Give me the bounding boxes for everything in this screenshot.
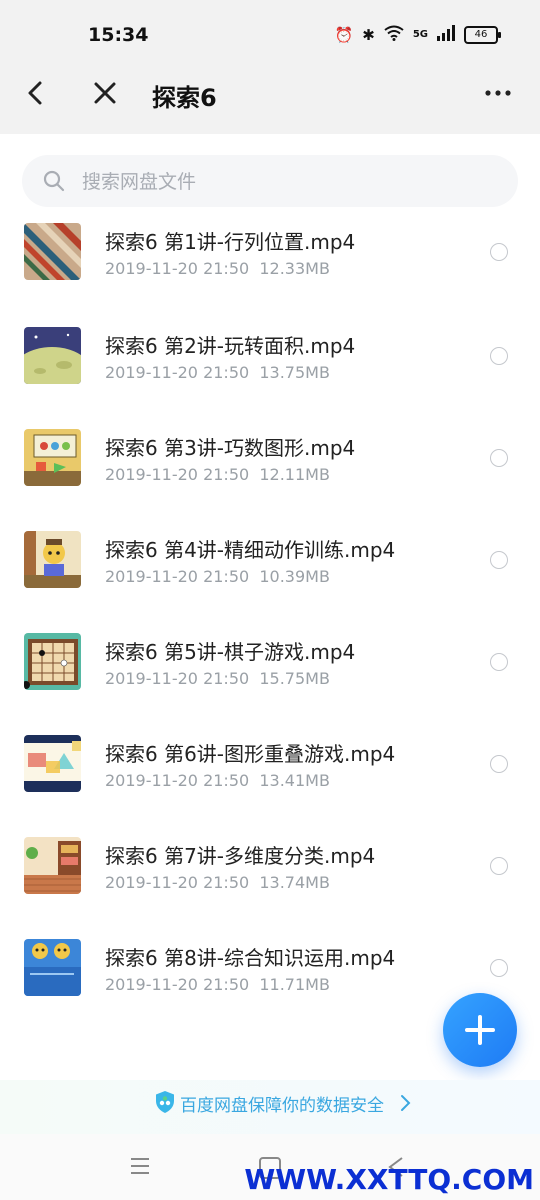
file-size: 13.41MB — [259, 771, 330, 790]
file-row[interactable]: 探索6 第2讲-玩转面积.mp4 2019-11-20 21:50 13.75M… — [0, 316, 540, 418]
file-row[interactable]: 探索6 第3讲-巧数图形.mp4 2019-11-20 21:50 12.11M… — [0, 418, 540, 520]
file-size: 12.33MB — [259, 259, 330, 278]
wifi-icon — [384, 25, 404, 45]
select-radio[interactable] — [490, 551, 508, 569]
page-title: 探索6 — [152, 84, 217, 112]
file-name: 探索6 第4讲-精细动作训练.mp4 — [105, 538, 396, 562]
add-button[interactable] — [443, 993, 517, 1067]
select-radio[interactable] — [490, 653, 508, 671]
file-date: 2019-11-20 21:50 — [105, 465, 250, 484]
file-date: 2019-11-20 21:50 — [105, 771, 250, 790]
file-date: 2019-11-20 21:50 — [105, 567, 250, 586]
menu-icon[interactable] — [129, 1155, 151, 1177]
battery-icon: 46 — [464, 26, 501, 44]
file-name: 探索6 第8讲-综合知识运用.mp4 — [105, 946, 396, 970]
safety-banner[interactable]: 百度网盘保障你的数据安全 — [0, 1080, 540, 1134]
file-name: 探索6 第7讲-多维度分类.mp4 — [105, 844, 376, 868]
file-name: 探索6 第1讲-行列位置.mp4 — [105, 230, 356, 254]
file-meta: 2019-11-20 21:50 10.39MB — [105, 567, 330, 586]
search-box[interactable] — [22, 155, 518, 209]
file-meta: 2019-11-20 21:50 13.41MB — [105, 771, 330, 790]
file-size: 10.39MB — [259, 567, 330, 586]
alarm-icon: ⏰ — [334, 26, 354, 44]
file-meta: 2019-11-20 21:50 11.71MB — [105, 975, 330, 994]
file-list: 探索6 第1讲-行列位置.mp4 2019-11-20 21:50 12.33M… — [0, 214, 540, 1030]
file-meta: 2019-11-20 21:50 15.75MB — [105, 669, 330, 688]
bluetooth-icon: ✱ — [362, 26, 375, 44]
select-radio[interactable] — [490, 959, 508, 977]
file-size: 12.11MB — [259, 465, 330, 484]
video-thumbnail — [24, 939, 81, 996]
status-time: 15:34 — [88, 24, 149, 46]
file-row[interactable]: 探索6 第4讲-精细动作训练.mp4 2019-11-20 21:50 10.3… — [0, 520, 540, 622]
video-thumbnail — [24, 429, 81, 486]
file-row[interactable]: 探索6 第6讲-图形重叠游戏.mp4 2019-11-20 21:50 13.4… — [0, 724, 540, 826]
file-name: 探索6 第3讲-巧数图形.mp4 — [105, 436, 356, 460]
status-bar: 15:34 ⏰ ✱ 5G 46 — [0, 0, 540, 56]
file-row[interactable]: 探索6 第5讲-棋子游戏.mp4 2019-11-20 21:50 15.75M… — [0, 622, 540, 724]
file-size: 15.75MB — [259, 669, 330, 688]
network-type: 5G — [412, 29, 428, 40]
file-row[interactable]: 探索6 第7讲-多维度分类.mp4 2019-11-20 21:50 13.74… — [0, 826, 540, 928]
file-size: 13.75MB — [259, 363, 330, 382]
select-radio[interactable] — [490, 857, 508, 875]
more-icon[interactable] — [481, 76, 515, 110]
safety-text: 百度网盘保障你的数据安全 — [180, 1096, 384, 1116]
file-name: 探索6 第6讲-图形重叠游戏.mp4 — [105, 742, 396, 766]
video-thumbnail — [24, 223, 81, 280]
video-thumbnail — [24, 531, 81, 588]
file-row[interactable]: 探索6 第1讲-行列位置.mp4 2019-11-20 21:50 12.33M… — [0, 212, 540, 314]
file-size: 11.71MB — [259, 975, 330, 994]
file-meta: 2019-11-20 21:50 13.75MB — [105, 363, 330, 382]
file-date: 2019-11-20 21:50 — [105, 363, 250, 382]
search-input[interactable] — [80, 155, 504, 209]
file-meta: 2019-11-20 21:50 13.74MB — [105, 873, 330, 892]
file-name: 探索6 第2讲-玩转面积.mp4 — [105, 334, 356, 358]
file-meta: 2019-11-20 21:50 12.11MB — [105, 465, 330, 484]
file-date: 2019-11-20 21:50 — [105, 975, 250, 994]
back-icon[interactable] — [19, 76, 53, 110]
file-date: 2019-11-20 21:50 — [105, 873, 250, 892]
file-date: 2019-11-20 21:50 — [105, 669, 250, 688]
status-icons: ⏰ ✱ 5G 46 — [334, 25, 501, 45]
file-name: 探索6 第5讲-棋子游戏.mp4 — [105, 640, 356, 664]
search-icon — [43, 170, 65, 192]
plus-icon — [465, 1015, 495, 1045]
shield-icon — [156, 1091, 174, 1113]
watermark: WWW.XXTTQ.COM — [244, 1163, 534, 1196]
file-size: 13.74MB — [259, 873, 330, 892]
close-icon[interactable] — [88, 76, 122, 110]
video-thumbnail — [24, 837, 81, 894]
video-thumbnail — [24, 327, 81, 384]
chevron-right-icon — [401, 1095, 411, 1111]
file-meta: 2019-11-20 21:50 12.33MB — [105, 259, 330, 278]
file-date: 2019-11-20 21:50 — [105, 259, 250, 278]
video-thumbnail — [24, 633, 81, 690]
select-radio[interactable] — [490, 243, 508, 261]
nav-bar: 探索6 — [0, 56, 540, 134]
select-radio[interactable] — [490, 449, 508, 467]
select-radio[interactable] — [490, 755, 508, 773]
video-thumbnail — [24, 735, 81, 792]
signal-icon — [437, 25, 455, 45]
select-radio[interactable] — [490, 347, 508, 365]
